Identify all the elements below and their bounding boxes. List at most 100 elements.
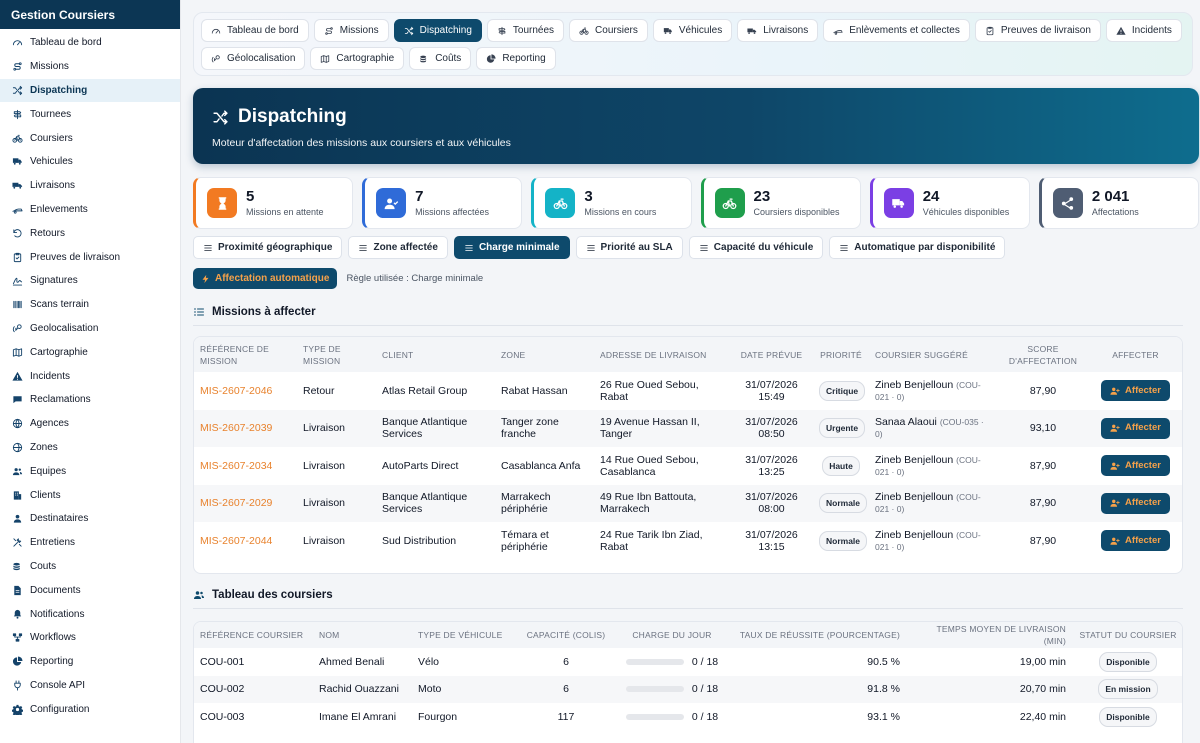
sidebar-item-zones[interactable]: Zones	[0, 436, 180, 460]
sidebar-item-configuration[interactable]: Configuration	[0, 697, 180, 721]
sidebar-item-dispatching[interactable]: Dispatching	[0, 78, 180, 103]
tab-reporting[interactable]: Reporting	[476, 47, 556, 70]
sidebar-item-notifications[interactable]: Notifications	[0, 602, 180, 626]
page-title: Dispatching	[238, 106, 347, 127]
sidebar-item-label: Scans terrain	[30, 299, 89, 311]
tab-livraisons[interactable]: Livraisons	[737, 19, 819, 42]
assign-cell: Affecter	[1087, 372, 1182, 410]
sidebar-item-incidents[interactable]: Incidents	[0, 364, 180, 388]
rule-label: Priorité au SLA	[600, 242, 673, 253]
suggested-courier: Zineb Benjelloun (COU-021 · 0)	[869, 447, 999, 485]
sidebar-item-preuves-de-livraison[interactable]: Preuves de livraison	[0, 245, 180, 269]
rule-option[interactable]: Capacité du véhicule	[688, 236, 824, 259]
tab-missions[interactable]: Missions	[313, 19, 389, 42]
assign-button[interactable]: Affecter	[1101, 492, 1170, 514]
pie-chart-icon	[12, 656, 23, 667]
rule-option[interactable]: Charge minimale	[453, 236, 570, 259]
mission-ref[interactable]: MIS-2607-2029	[194, 484, 297, 522]
bicycle-icon	[12, 133, 23, 144]
sidebar-item-missions[interactable]: Missions	[0, 55, 180, 79]
assign-button[interactable]: Affecter	[1101, 417, 1170, 439]
bars-icon	[586, 243, 596, 253]
tab-vehicules[interactable]: Véhicules	[652, 19, 733, 42]
column-header: Temps moyen de livraison (min)	[906, 622, 1072, 648]
mission-type: Livraison	[303, 534, 346, 547]
share-icon	[1052, 188, 1083, 218]
sidebar-item-console-api[interactable]: Console API	[0, 674, 180, 698]
tab-tournees[interactable]: Tournées	[486, 19, 565, 42]
tab-coursiers[interactable]: Coursiers	[569, 19, 648, 42]
sidebar-item-signatures[interactable]: Signatures	[0, 269, 180, 293]
status-cell: En mission	[1072, 675, 1182, 703]
courier-name: Zineb Benjelloun	[875, 378, 954, 391]
mission-ref[interactable]: MIS-2607-2039	[194, 409, 297, 447]
assign-button[interactable]: Affecter	[1101, 455, 1170, 477]
chat-icon	[12, 394, 23, 405]
tab-dispatching[interactable]: Dispatching	[393, 19, 482, 42]
capacity: 6	[563, 655, 569, 668]
user-plus-icon	[1110, 386, 1120, 396]
tab-label: Enlèvements et collectes	[849, 25, 960, 36]
sidebar-item-tableau-de-bord[interactable]: Tableau de bord	[0, 31, 180, 55]
mission-address: 14 Rue Oued Sebou, Casablanca	[600, 453, 699, 478]
sidebar-item-reclamations[interactable]: Reclamations	[0, 388, 180, 412]
auto-assign-button[interactable]: Affectation automatique	[193, 268, 338, 289]
tab-label: Dispatching	[419, 25, 472, 36]
time-text: 15:49	[758, 390, 785, 403]
sidebar-item-scans-terrain[interactable]: Scans terrain	[0, 293, 180, 317]
sidebar-item-enlevements[interactable]: Enlevements	[0, 198, 180, 222]
assign-button[interactable]: Affecter	[1101, 380, 1170, 402]
courier-ref[interactable]: COU-003	[194, 703, 313, 731]
date-text: 31/07/2026	[745, 528, 798, 541]
rule-option[interactable]: Automatique par disponibilité	[829, 236, 1006, 259]
rule-option[interactable]: Proximité géographique	[193, 236, 343, 259]
mission-address: 49 Rue Ibn Battouta, Marrakech	[594, 484, 730, 522]
sidebar-item-couts[interactable]: Couts	[0, 555, 180, 579]
mission-zone: Témara et périphérie	[501, 528, 549, 553]
bars-icon	[203, 243, 213, 253]
sidebar-item-clients[interactable]: Clients	[0, 483, 180, 507]
sidebar-item-documents[interactable]: Documents	[0, 578, 180, 602]
tab-cartographie[interactable]: Cartographie	[310, 47, 405, 70]
delivery-truck-icon	[12, 180, 23, 191]
sidebar-item-geolocalisation[interactable]: Geolocalisation	[0, 317, 180, 341]
couriers-table: Référence coursier Nom Type de véhicule Cap…	[193, 621, 1183, 743]
sidebar-item-coursiers[interactable]: Coursiers	[0, 126, 180, 150]
sidebar-item-label: Clients	[30, 489, 61, 501]
vehicle-type: Moto	[412, 675, 515, 703]
courier-ref[interactable]: COU-001	[194, 648, 313, 676]
sidebar-item-reporting[interactable]: Reporting	[0, 650, 180, 674]
tab-couts[interactable]: Coûts	[409, 47, 472, 70]
tab-geolocalisation[interactable]: Géolocalisation	[201, 47, 306, 70]
rule-option[interactable]: Zone affectée	[348, 236, 448, 259]
mission-ref[interactable]: MIS-2607-2044	[194, 522, 297, 560]
rule-label: Capacité du véhicule	[713, 242, 814, 253]
mission-type: Livraison	[303, 459, 346, 472]
sidebar-item-agences[interactable]: Agences	[0, 412, 180, 436]
tab-enlevements-et-collectes[interactable]: Enlèvements et collectes	[823, 19, 970, 42]
tab-tableau-de-bord[interactable]: Tableau de bord	[201, 19, 309, 42]
sidebar-item-vehicules[interactable]: Vehicules	[0, 150, 180, 174]
rule-option[interactable]: Priorité au SLA	[575, 236, 683, 259]
assign-button[interactable]: Affecter	[1101, 530, 1170, 552]
sidebar-item-cartographie[interactable]: Cartographie	[0, 340, 180, 364]
status-cell: Disponible	[1072, 648, 1182, 676]
tab-incidents[interactable]: Incidents	[1105, 19, 1182, 42]
column-header: Taux de réussite (pourcentage)	[727, 622, 906, 648]
courier-ref[interactable]: COU-002	[194, 675, 313, 703]
sidebar-item-livraisons[interactable]: Livraisons	[0, 174, 180, 198]
stat-card: 23 Coursiers disponibles	[700, 177, 861, 229]
truck-icon	[12, 156, 23, 167]
sidebar-item-retours[interactable]: Retours	[0, 221, 180, 245]
user-plus-icon	[1110, 536, 1120, 546]
mission-ref[interactable]: MIS-2607-2034	[194, 447, 297, 485]
sidebar-item-destinataires[interactable]: Destinataires	[0, 507, 180, 531]
sidebar-item-tournees[interactable]: Tournees	[0, 102, 180, 126]
sidebar-item-equipes[interactable]: Equipes	[0, 459, 180, 483]
sidebar-item-entretiens[interactable]: Entretiens	[0, 531, 180, 555]
mission-ref[interactable]: MIS-2607-2046	[194, 372, 297, 410]
sidebar-item-workflows[interactable]: Workflows	[0, 626, 180, 650]
tab-preuves-de-livraison[interactable]: Preuves de livraison	[974, 19, 1101, 42]
assign-score: 93,10	[999, 409, 1087, 447]
assign-label: Affecter	[1125, 459, 1161, 471]
